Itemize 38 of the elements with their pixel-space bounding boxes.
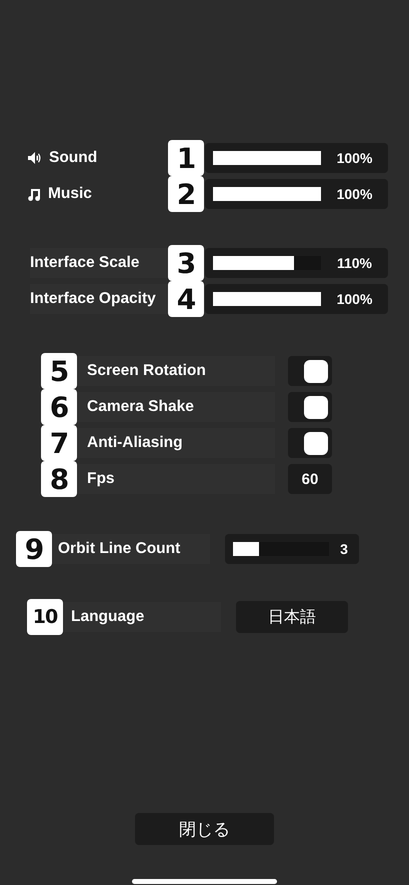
slider[interactable]: 100% [205,284,388,314]
number-badge: 5 [41,353,77,389]
slider[interactable]: 100% [205,179,388,209]
setting-label: Sound [49,148,98,168]
number-badge: 10 [27,599,63,635]
setting-label: Interface Opacity [30,284,168,314]
setting-label: Interface Scale [30,248,168,278]
slider[interactable]: 100% [205,143,388,173]
toggle-switch[interactable] [288,392,332,422]
number-badge: 4 [168,281,204,317]
toggle-switch[interactable] [288,428,332,458]
fps-value[interactable]: 60 [288,464,332,494]
setting-label: Screen Rotation [77,356,275,386]
number-badge: 2 [168,176,204,212]
slider-value: 100% [336,186,374,202]
music-note-icon [28,188,41,200]
setting-label: Language [63,602,221,632]
setting-label: Fps [77,464,275,494]
language-button[interactable]: 日本語 [236,601,348,633]
close-button[interactable]: 閉じる [135,813,274,845]
speaker-icon [28,152,42,164]
number-badge: 9 [16,531,52,567]
slider[interactable]: 110% [205,248,388,278]
toggle-switch[interactable] [288,356,332,386]
number-badge: 8 [41,461,77,497]
slider-value: 100% [336,291,374,307]
slider-value: 3 [339,541,349,557]
setting-label: Orbit Line Count [52,534,210,564]
number-badge: 6 [41,389,77,425]
slider[interactable]: 3 [225,534,359,564]
setting-label: Camera Shake [77,392,275,422]
number-badge: 7 [41,425,77,461]
slider-value: 100% [336,150,374,166]
number-badge: 1 [168,140,204,176]
setting-label: Music [48,184,92,204]
setting-label: Anti-Aliasing [77,428,275,458]
slider-value: 110% [336,255,374,271]
number-badge: 3 [168,245,204,281]
